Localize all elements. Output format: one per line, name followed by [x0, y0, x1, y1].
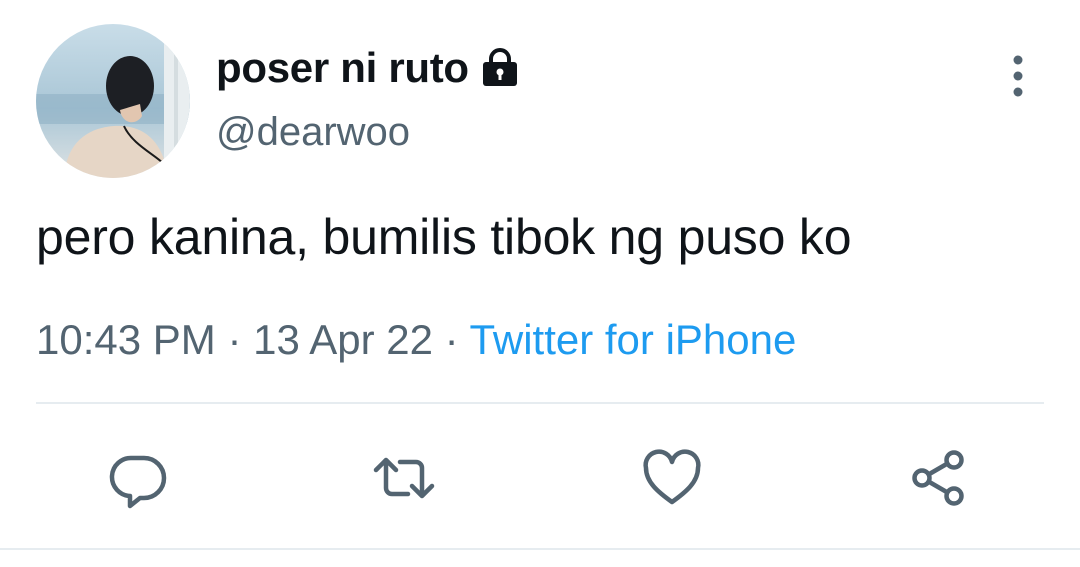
tweet-source-link[interactable]: Twitter for iPhone: [470, 316, 797, 363]
retweet-button[interactable]: [372, 446, 436, 510]
reply-icon: [109, 455, 167, 509]
more-options-icon[interactable]: [1000, 52, 1036, 100]
tweet-card: poser ni ruto @dearwoo pero kanina, bumi…: [0, 0, 1080, 567]
reply-button[interactable]: [106, 446, 170, 510]
share-button[interactable]: [906, 446, 970, 510]
avatar-photo: [36, 24, 190, 178]
lock-icon: [479, 47, 521, 89]
tweet-meta: 10:43 PM · 13 Apr 22 · Twitter for iPhon…: [36, 316, 796, 364]
avatar[interactable]: [36, 24, 190, 178]
like-button[interactable]: [640, 446, 704, 510]
meta-separator: ·: [444, 316, 459, 363]
tweet-text: pero kanina, bumilis tibok ng puso ko: [36, 209, 852, 265]
like-icon: [643, 449, 701, 505]
tweet-date: 13 Apr 22: [253, 316, 433, 363]
display-name[interactable]: poser ni ruto: [216, 44, 469, 92]
divider: [0, 548, 1080, 550]
user-handle[interactable]: @dearwoo: [216, 110, 410, 155]
display-name-row: poser ni ruto: [216, 40, 521, 96]
divider: [36, 402, 1044, 404]
retweet-icon: [373, 457, 435, 499]
share-icon: [912, 450, 964, 506]
meta-separator: ·: [227, 316, 242, 363]
tweet-time: 10:43 PM: [36, 316, 216, 363]
